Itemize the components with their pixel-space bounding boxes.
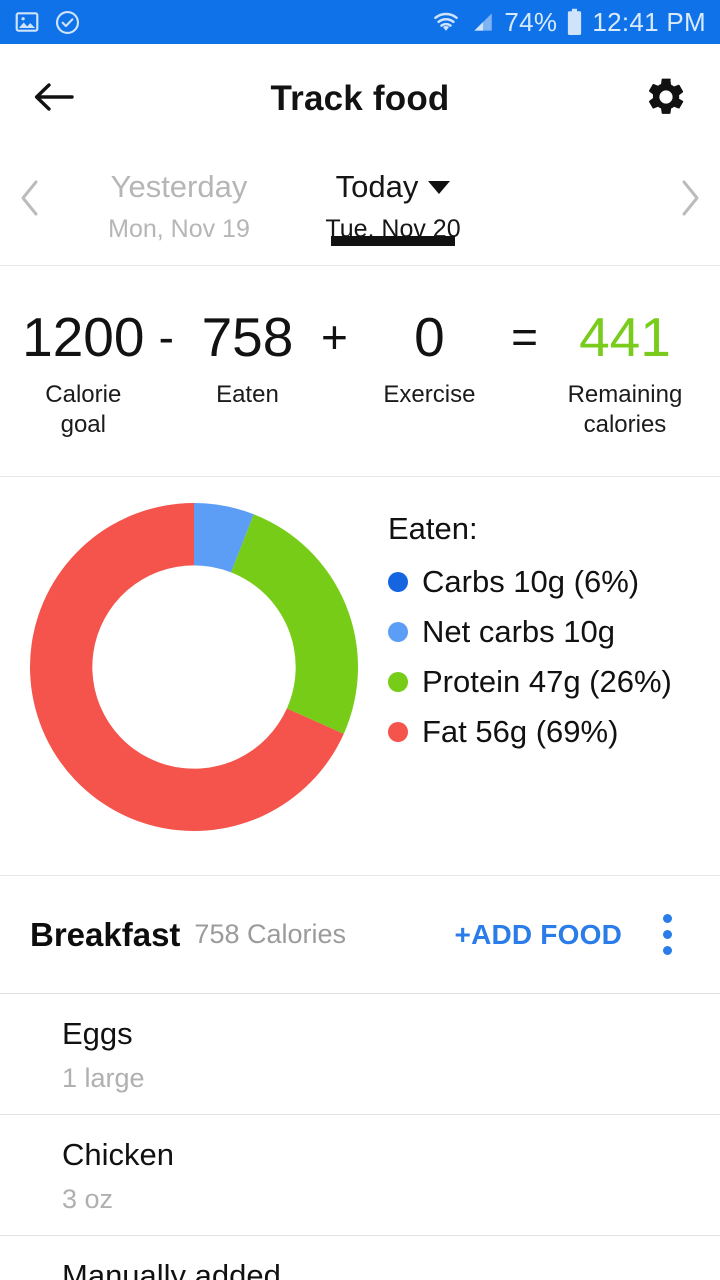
legend-dot-carbs <box>388 572 408 592</box>
legend-dot-net-carbs <box>388 622 408 642</box>
summary-eaten-label: Eaten <box>216 381 279 408</box>
summary-exercise-label: Exercise <box>383 381 476 408</box>
summary-calorie-goal-label: Calorie goal <box>45 380 121 440</box>
gear-icon <box>644 75 688 124</box>
app-bar: Track food <box>0 44 720 154</box>
tab-today[interactable]: Today Tue, Nov 20 <box>298 154 488 246</box>
image-icon <box>14 9 40 35</box>
back-arrow-icon <box>32 79 76 120</box>
meal-header-breakfast[interactable]: Breakfast 758 Calories +ADD FOOD <box>0 876 720 994</box>
summary-operator-equals: = <box>511 311 538 363</box>
summary-exercise: 0 Exercise <box>362 308 497 410</box>
macro-donut-chart <box>0 493 388 835</box>
meal-calories: 758 Calories <box>194 919 347 949</box>
summary-calorie-goal-label-line1: Calorie <box>45 381 122 408</box>
food-detail: 3 oz <box>62 1184 114 1214</box>
next-day-button[interactable] <box>660 154 720 246</box>
app-screen: 74% 12:41 PM Track food Yesterday Mon, N… <box>0 0 720 1280</box>
check-circle-icon <box>54 9 81 36</box>
tab-today-title-row: Today <box>336 168 451 206</box>
summary-remaining-value: 441 <box>579 306 671 368</box>
legend-label-fat: Fat 56g (69%) <box>422 714 619 749</box>
food-name: Eggs <box>62 1016 133 1051</box>
meal-name: Breakfast <box>30 915 181 953</box>
donut-slice-protein <box>231 514 359 734</box>
summary-remaining-label-line1: Remaining <box>567 381 683 408</box>
wifi-icon <box>432 10 460 34</box>
legend-item-net-carbs: Net carbs 10g <box>388 607 720 657</box>
tab-selected-indicator <box>331 236 455 246</box>
macro-legend-title: Eaten: <box>388 511 478 546</box>
summary-operator-minus: - <box>158 311 174 363</box>
status-bar: 74% 12:41 PM <box>0 0 720 44</box>
battery-icon <box>566 8 583 36</box>
summary-eaten-value: 758 <box>201 306 294 368</box>
battery-percent-label: 74% <box>504 6 558 37</box>
tab-today-title: Today <box>335 169 419 204</box>
food-name: Chicken <box>62 1137 174 1172</box>
legend-label-net-carbs: Net carbs 10g <box>422 614 615 649</box>
previous-day-button[interactable] <box>0 154 60 246</box>
kebab-menu-icon[interactable] <box>644 909 690 961</box>
macro-breakdown-section: Eaten: Carbs 10g (6%) Net carbs 10g Prot… <box>0 477 720 876</box>
list-item[interactable]: Eggs 1 large <box>0 994 720 1115</box>
kebab-dot <box>662 946 672 955</box>
kebab-dot <box>662 914 672 923</box>
settings-button[interactable] <box>640 73 692 125</box>
tab-yesterday-date: Mon, Nov 19 <box>108 215 250 243</box>
summary-remaining: 441 Remaining calories <box>552 308 698 440</box>
summary-calorie-goal-label-line2: goal <box>60 411 106 438</box>
summary-operator-plus: + <box>320 311 348 363</box>
kebab-dot <box>662 930 672 939</box>
summary-exercise-value: 0 <box>414 306 445 368</box>
tab-yesterday-title: Yesterday <box>110 169 248 204</box>
donut-chart-svg <box>29 503 359 831</box>
legend-item-fat: Fat 56g (69%) <box>388 707 720 757</box>
signal-icon <box>469 10 495 34</box>
add-food-button[interactable]: +ADD FOOD <box>455 919 622 951</box>
legend-label-protein: Protein 47g (26%) <box>422 664 672 699</box>
date-navigation: Yesterday Mon, Nov 19 Today Tue, Nov 20 <box>0 154 720 266</box>
food-detail: 1 large <box>62 1063 145 1093</box>
macro-legend: Eaten: Carbs 10g (6%) Net carbs 10g Prot… <box>388 493 720 757</box>
legend-item-carbs: Carbs 10g (6%) <box>388 557 720 607</box>
page-title: Track food <box>270 79 450 118</box>
calorie-summary: 1200 Calorie goal - 758 Eaten + 0 Exerci… <box>0 266 720 477</box>
legend-dot-protein <box>388 672 408 692</box>
list-item[interactable]: Manually added Calories: 500.0 Protein: … <box>0 1236 720 1280</box>
legend-label-carbs: Carbs 10g (6%) <box>422 564 640 599</box>
tab-yesterday[interactable]: Yesterday Mon, Nov 19 <box>60 154 298 246</box>
status-bar-notifications <box>14 9 81 36</box>
caret-down-icon[interactable] <box>428 180 451 194</box>
summary-calorie-goal-value: 1200 <box>22 306 145 368</box>
food-name: Manually added <box>62 1258 281 1280</box>
legend-item-protein: Protein 47g (26%) <box>388 657 720 707</box>
status-bar-clock: 12:41 PM <box>592 6 706 37</box>
chevron-left-icon <box>19 179 41 222</box>
summary-remaining-label: Remaining calories <box>568 380 683 440</box>
chevron-right-icon <box>679 179 701 222</box>
summary-eaten: 758 Eaten <box>188 308 307 410</box>
status-bar-indicators: 74% 12:41 PM <box>432 7 706 38</box>
legend-dot-fat <box>388 722 408 742</box>
list-item[interactable]: Chicken 3 oz <box>0 1115 720 1236</box>
back-button[interactable] <box>28 73 80 125</box>
summary-calorie-goal: 1200 Calorie goal <box>22 308 145 440</box>
summary-remaining-label-line2: calories <box>583 411 667 438</box>
